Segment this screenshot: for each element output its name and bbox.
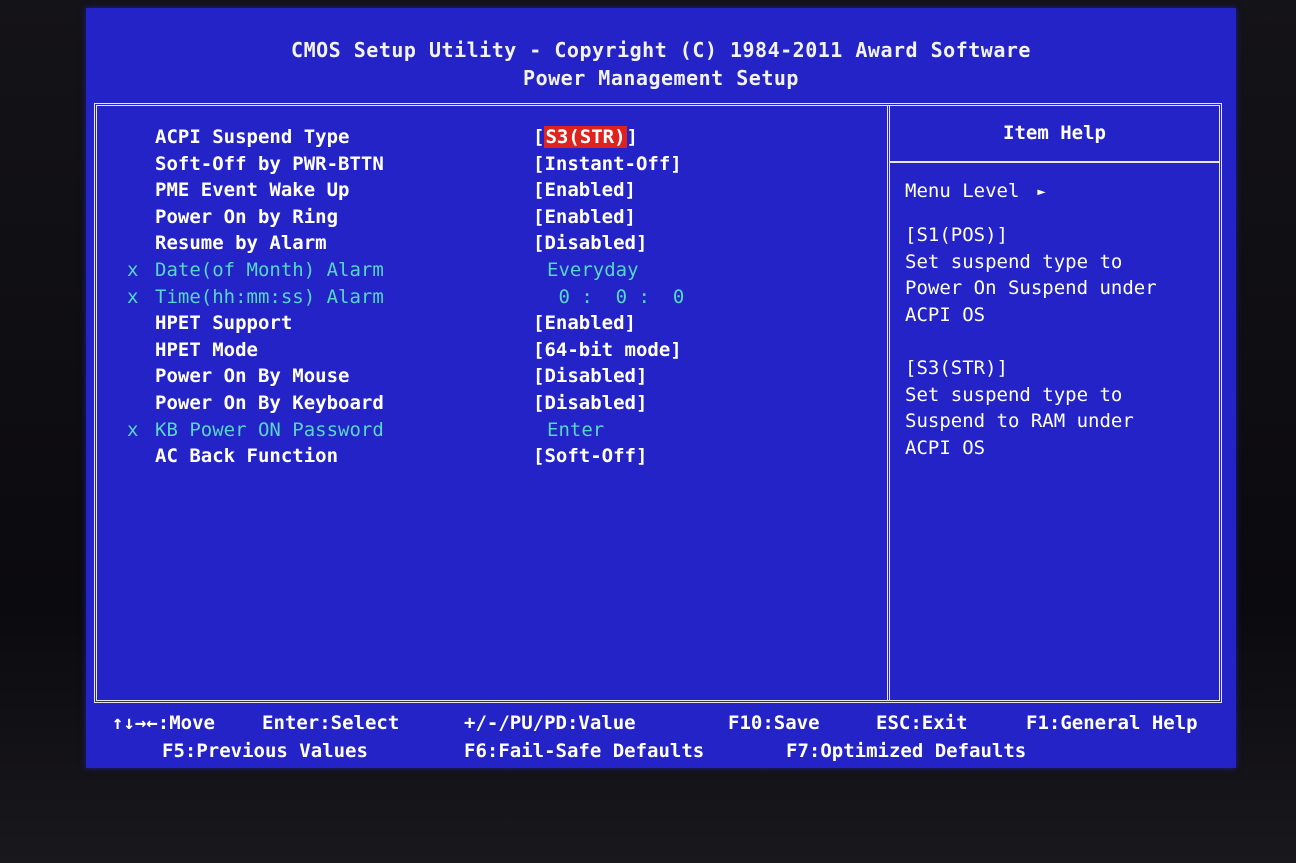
help-line: Set suspend type to [905,383,1123,406]
bracket-close: ] [626,126,638,148]
setting-value[interactable]: [Disabled] [533,392,647,414]
bracket-open: [ [533,126,545,148]
setting-value[interactable]: [S3(STR)] [533,126,638,148]
setting-label: Power On By Mouse [155,365,350,388]
footer-select: Enter:Select [262,712,400,734]
setting-label: Time(hh:mm:ss) Alarm [155,285,384,308]
menu-level: Menu Level ► [905,180,1046,202]
footer-optimized-defaults: F7:Optimized Defaults [786,740,1027,762]
setting-value[interactable]: [Enabled] [533,312,636,334]
footer-exit: ESC:Exit [876,712,968,734]
setting-label: Resume by Alarm [155,232,327,255]
setting-label: Power On by Ring [155,205,339,228]
page-title: Power Management Setup [523,66,799,90]
help-line: [S1(POS)] [905,224,1008,246]
help-line: ACPI OS [905,436,986,459]
panel-divider [887,106,890,700]
setting-value[interactable]: [Soft-Off] [533,445,647,467]
help-line: Power On Suspend under [905,277,1157,300]
help-title-separator [890,161,1219,163]
triangle-right-icon: ► [1037,183,1046,200]
setting-value[interactable]: [Disabled] [533,365,647,387]
help-line: Suspend to RAM under [905,410,1134,433]
footer-move: ↑↓→←:Move [112,712,215,734]
footer-previous-values: F5:Previous Values [162,740,368,762]
setting-value: Everyday [547,259,639,281]
setting-label: Power On By Keyboard [155,392,384,414]
disabled-marker: x [127,285,139,308]
help-line: [S3(STR)] [905,357,1008,379]
setting-label: PME Event Wake Up [155,179,350,202]
disabled-marker: x [127,418,139,441]
setting-value[interactable]: [Instant-Off] [533,153,682,175]
setting-value[interactable]: [Enabled] [533,179,636,201]
bios-screen: CMOS Setup Utility - Copyright (C) 1984-… [86,8,1236,768]
setting-label: Soft-Off by PWR-BTTN [155,152,384,175]
help-line: ACPI OS [905,303,986,326]
setting-value: Enter [547,418,605,441]
setting-value[interactable]: [Disabled] [533,232,647,254]
disabled-marker: x [127,259,139,281]
footer-value: +/-/PU/PD:Value [464,712,636,734]
setting-value: 0 : 0 : 0 [547,285,685,308]
setting-value[interactable]: [64-bit mode] [533,339,682,361]
settings-frame: ACPI Suspend Type [S3(STR)] Soft-Off by PW… [94,103,1222,703]
setting-value[interactable]: [Enabled] [533,206,636,228]
setting-label: HPET Mode [155,338,258,361]
help-line: Set suspend type to [905,250,1123,273]
footer-save: F10:Save [728,712,820,734]
setting-label: KB Power ON Password [155,418,384,441]
utility-title: CMOS Setup Utility - Copyright (C) 1984-… [291,38,1031,62]
setting-label: Date(of Month) Alarm [155,259,384,281]
selected-value[interactable]: S3(STR) [544,126,627,148]
menu-level-label: Menu Level [905,180,1020,202]
setting-label: HPET Support [155,312,293,335]
item-help-title: Item Help [1003,122,1106,144]
setting-label: AC Back Function [155,445,339,468]
footer-general-help: F1:General Help [1026,712,1198,734]
setting-label: ACPI Suspend Type [155,126,350,148]
footer-failsafe-defaults: F6:Fail-Safe Defaults [464,740,705,762]
